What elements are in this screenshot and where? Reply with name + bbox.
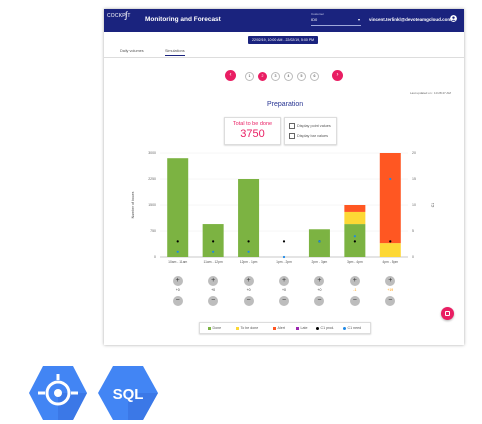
legend-c1-prod-label: C1 prod.	[320, 326, 335, 330]
y-tick-label: 750	[150, 229, 156, 233]
c1-need-point	[389, 177, 392, 181]
legend-to-be-done-label: To be done	[240, 326, 259, 330]
increase-button[interactable]: +	[349, 276, 360, 286]
c1-need-point	[318, 240, 321, 243]
c1-prod-point	[353, 240, 356, 243]
increase-button[interactable]: +	[172, 276, 183, 286]
bar-done	[238, 179, 260, 257]
legend-done: Done	[208, 326, 221, 330]
c1-need-point	[247, 250, 250, 253]
c1-prod-point	[247, 240, 250, 243]
cloud-dataprep-icon	[29, 366, 87, 420]
y-tick-label: 0	[154, 255, 156, 259]
c1-prod-point	[212, 240, 215, 243]
c1-need-point	[176, 250, 179, 253]
adjustment-value: +0	[211, 288, 216, 292]
cloud-sql-icon: SQL	[98, 366, 158, 420]
x-tick-label: 10am - 11am	[168, 260, 187, 264]
legend-c1-need-swatch	[343, 326, 346, 330]
decrease-button[interactable]: −	[349, 296, 360, 306]
y-axis-label: Number of boxes	[131, 191, 135, 218]
x-tick-label: 3pm - 4pm	[347, 260, 363, 264]
increase-button[interactable]: +	[243, 276, 254, 286]
legend-c1-prod-swatch	[316, 326, 319, 330]
y2-tick-label: 20	[412, 151, 416, 155]
chart-legend: Done To be done Alert Late C1 prod. C1 n…	[199, 322, 371, 334]
y2-tick-label: 10	[412, 203, 416, 207]
y2-tick-label: 15	[412, 177, 416, 181]
decrease-button[interactable]: −	[243, 296, 254, 306]
legend-alert-swatch	[273, 326, 276, 330]
c1-need-point	[353, 235, 356, 238]
c1-prod-point	[176, 240, 179, 243]
legend-to-be-done-swatch	[236, 326, 239, 330]
y2-tick-label: 5	[412, 229, 414, 233]
y2-tick-label: 0	[412, 255, 414, 259]
adjustment-value: -1	[353, 288, 357, 292]
y-tick-label: 2250	[148, 177, 156, 181]
bar-done	[308, 229, 330, 257]
y2-axis-label: C1	[431, 203, 435, 208]
x-tick-label: 4pm - 5pm	[382, 260, 398, 264]
adjustment-value: +0	[317, 288, 322, 292]
legend-to-be-done: To be done	[236, 326, 258, 330]
c1-need-point	[282, 255, 286, 259]
adjustment-value: +0	[246, 288, 251, 292]
decrease-button[interactable]: −	[172, 296, 183, 306]
legend-c1-need-label: C1 need	[347, 326, 362, 330]
calendar-icon	[444, 310, 450, 316]
x-tick-label: 12pm - 1pm	[240, 260, 258, 264]
legend-c1-need: C1 need	[343, 326, 361, 330]
adjustment-value: +0	[175, 288, 180, 292]
c1-need-point	[212, 250, 215, 253]
increase-button[interactable]: +	[279, 276, 289, 286]
x-tick-label: 1pm - 2pm	[276, 260, 292, 264]
bar-to-be-done	[379, 243, 401, 257]
legend-late: Late	[296, 326, 308, 330]
save-fab-button[interactable]	[441, 307, 454, 320]
c1-prod-point	[389, 240, 392, 243]
legend-done-swatch	[208, 326, 211, 330]
decrease-button[interactable]: −	[279, 296, 289, 306]
adjustment-value: +0	[282, 288, 286, 292]
bar-alert	[379, 153, 401, 244]
sql-icon-label: SQL	[113, 386, 144, 403]
y-tick-label: 3000	[148, 151, 156, 155]
legend-alert-label: Alert	[277, 326, 285, 330]
app-window: COCKPIT ∫ Monitoring and Forecast Custom…	[104, 9, 464, 345]
legend-alert: Alert	[273, 326, 285, 330]
c1-prod-point	[282, 240, 286, 243]
legend-done-label: Done	[212, 326, 222, 330]
bar-to-be-done	[344, 211, 366, 225]
legend-late-swatch	[296, 326, 299, 330]
legend-c1-prod: C1 prod.	[316, 326, 334, 330]
volume-chart: 0 750 1500 2250 3000 0 5 10 15 20 Number of boxes C…	[131, 151, 435, 264]
legend-late-label: Late	[300, 326, 308, 330]
adjustment-value: +19	[387, 288, 394, 292]
bar-alert	[344, 205, 366, 212]
x-tick-label: 11am - 12pm	[204, 260, 223, 264]
x-tick-label: 2pm - 3pm	[312, 260, 328, 264]
y-tick-label: 1500	[148, 203, 156, 207]
